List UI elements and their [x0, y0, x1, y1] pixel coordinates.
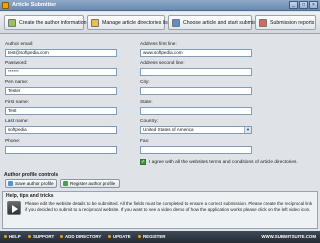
first-name-label: First name:	[5, 100, 29, 105]
window-title: Article Submitter	[12, 2, 57, 8]
bottom-register-link[interactable]: REGISTER	[138, 234, 165, 239]
tab-submission-reports[interactable]: Submission reports	[255, 15, 316, 30]
bullet-icon	[138, 235, 141, 239]
user-card-icon	[8, 18, 16, 27]
pen-name-input[interactable]: Tester	[5, 87, 117, 95]
bottom-update-link[interactable]: UPDATE	[108, 234, 131, 239]
register-profile-button[interactable]: Register author profile	[60, 179, 120, 188]
list-icon	[91, 18, 99, 27]
help-title: Help, tips and tricks	[6, 193, 54, 199]
address-second-line-input[interactable]	[140, 68, 252, 76]
report-icon	[259, 18, 267, 27]
video-demo-icon[interactable]	[7, 201, 21, 215]
bottom-add-directory-link[interactable]: ADD DIRECTORY	[60, 234, 101, 239]
bullet-icon	[4, 235, 7, 239]
phone-label: Phone:	[5, 139, 21, 144]
maximize-button[interactable]: □	[299, 1, 308, 9]
title-bar: Article Submitter _ □ ×	[0, 0, 320, 11]
bottom-support-link[interactable]: SUPPORT	[28, 234, 54, 239]
bottom-bar: HELP SUPPORT ADD DIRECTORY UPDATE REGIST…	[0, 231, 320, 243]
fax-label: Fax:	[140, 139, 150, 144]
fax-input[interactable]	[140, 146, 252, 154]
register-icon	[63, 181, 68, 186]
city-input[interactable]	[140, 87, 252, 95]
close-button[interactable]: ×	[309, 1, 318, 9]
state-input[interactable]	[140, 107, 252, 115]
password-label: Password:	[5, 61, 28, 66]
tab-choose-article[interactable]: Choose article and start submission	[168, 15, 265, 30]
save-icon	[8, 181, 13, 186]
password-input[interactable]: ******	[5, 68, 117, 76]
country-select[interactable]: United States of America ▼	[140, 126, 252, 134]
bottom-help-link[interactable]: HELP	[4, 234, 21, 239]
bullet-icon	[28, 235, 31, 239]
phone-input[interactable]	[5, 146, 117, 154]
main-toolbar: Create the author information Manage art…	[0, 12, 320, 34]
address-first-line-input[interactable]: www.softpedia.com	[140, 49, 252, 57]
last-name-input[interactable]: softpedia	[5, 126, 117, 134]
first-name-input[interactable]: Test	[5, 107, 117, 115]
state-label: State:	[140, 100, 153, 105]
author-email-input[interactable]: test@softpedia.com	[5, 49, 117, 57]
address-second-line-label: Address second line:	[140, 61, 185, 66]
profile-controls-title: Author profile controls	[4, 172, 59, 178]
tab-author-information[interactable]: Create the author information	[4, 15, 86, 30]
app-icon	[2, 2, 9, 9]
article-icon	[172, 18, 180, 27]
minimize-button[interactable]: _	[289, 1, 298, 9]
chevron-down-icon: ▼	[244, 127, 251, 133]
agree-checkbox[interactable]: ✓	[140, 159, 146, 165]
city-label: City:	[140, 80, 150, 85]
country-label: Country:	[140, 119, 159, 124]
address-first-line-label: Address first line:	[140, 42, 177, 47]
tab-manage-directories[interactable]: Manage article directories list	[87, 15, 169, 30]
save-profile-button[interactable]: Save author profile	[5, 179, 57, 188]
website-link[interactable]: WWW.SUBMITSUITE.COM	[261, 234, 316, 239]
author-email-label: Author email:	[5, 42, 34, 47]
agree-label: I agree with all the websites terms and …	[149, 160, 298, 165]
pen-name-label: Pen name:	[5, 80, 29, 85]
last-name-label: Last name:	[5, 119, 29, 124]
country-selected-value: United States of America	[143, 127, 194, 132]
help-text: Please edit the website details to be su…	[25, 201, 313, 212]
bullet-icon	[60, 235, 63, 239]
help-panel: Help, tips and tricks Please edit the we…	[2, 191, 318, 229]
bullet-icon	[108, 235, 111, 239]
